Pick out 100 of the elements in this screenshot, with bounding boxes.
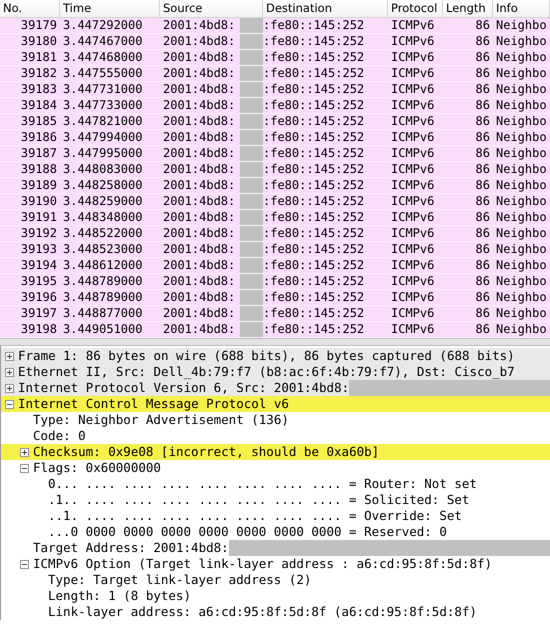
table-cell-text: :fe80::145:252 — [263, 82, 366, 97]
packet-row[interactable]: 39188 3.448083000 2001:4bd8: :fe80::145:252 ICMPv6 86 Neighbo — [0, 162, 550, 178]
packet-row[interactable]: 39184 3.447733000 2001:4bd8: :fe80::145:252 ICMPv6 86 Neighbo — [0, 98, 550, 114]
packet-row[interactable]: 39180 3.447467000 2001:4bd8: :fe80::145:252 ICMPv6 86 Neighbo — [0, 34, 550, 50]
table-cell-text: 39185 — [20, 114, 58, 129]
packet-row[interactable]: 39191 3.448348000 2001:4bd8: :fe80::145:252 ICMPv6 86 Neighbo — [0, 210, 550, 226]
column-header[interactable]: Destination — [263, 0, 388, 18]
table-cell-text: ICMPv6 — [390, 50, 436, 65]
column-header[interactable]: Length — [443, 0, 493, 18]
table-cell-text: :fe80::145:252 — [263, 306, 366, 321]
packet-row[interactable]: 39198 3.449051000 2001:4bd8: :fe80::145:252 ICMPv6 86 Neighbo — [0, 322, 550, 338]
tree-item[interactable]: .1.. .... .... .... .... .... .... .... = Solicited: Set — [48, 492, 470, 508]
table-cell-text: 39179 — [20, 18, 58, 33]
packet-row[interactable]: 39195 3.448789000 2001:4bd8: :fe80::145:252 ICMPv6 86 Neighbo — [0, 274, 550, 290]
table-cell-text: :fe80::145:252 — [263, 178, 366, 193]
table-cell-text: 39190 — [20, 194, 58, 209]
table-cell-text: 2001:4bd8: — [162, 178, 236, 193]
column-header[interactable]: Info — [493, 0, 550, 18]
packet-row[interactable]: 39192 3.448522000 2001:4bd8: :fe80::145:252 ICMPv6 86 Neighbo — [0, 226, 550, 242]
tree-item[interactable]: ...0 0000 0000 0000 0000 0000 0000 0000 = Reserved: 0 — [48, 524, 447, 540]
expand-icon[interactable] — [5, 384, 14, 392]
column-header[interactable]: Time — [60, 0, 160, 18]
tree-item[interactable]: Internet Control Message Protocol v6 — [18, 396, 289, 412]
tree-item[interactable]: 0... .... .... .... .... .... .... .... = Router: Not set — [48, 476, 477, 492]
table-cell-text: 3.447994000 — [62, 130, 144, 145]
packet-row[interactable]: 39181 3.447468000 2001:4bd8: :fe80::145:252 ICMPv6 86 Neighbo — [0, 50, 550, 66]
packet-row[interactable]: 39196 3.448789000 2001:4bd8: :fe80::145:252 ICMPv6 86 Neighbo — [0, 290, 550, 306]
packet-row[interactable]: 39186 3.447994000 2001:4bd8: :fe80::145:252 ICMPv6 86 Neighbo — [0, 130, 550, 146]
table-cell-text: 86 — [474, 274, 491, 289]
column-header[interactable]: Protocol — [388, 0, 443, 18]
table-cell-text: 2001:4bd8: — [162, 114, 236, 129]
collapse-icon[interactable] — [20, 560, 29, 568]
redaction-bar — [240, 306, 263, 321]
table-cell-text: Neighbo — [495, 178, 548, 193]
table-cell-text: 2001:4bd8: — [162, 82, 236, 97]
tree-item[interactable]: Target Address: 2001:4bd8: — [33, 540, 229, 556]
table-cell-text: ICMPv6 — [390, 322, 436, 337]
table-cell-text: Neighbo — [495, 82, 548, 97]
table-cell-text: 39183 — [20, 82, 58, 97]
expand-icon[interactable] — [5, 368, 14, 376]
table-cell-text: 3.447468000 — [62, 50, 144, 65]
packet-row[interactable]: 39183 3.447731000 2001:4bd8: :fe80::145:252 ICMPv6 86 Neighbo — [0, 82, 550, 98]
tree-item[interactable]: Checksum: 0x9e08 [incorrect, should be 0xa60b] — [33, 444, 380, 460]
table-cell-text: ICMPv6 — [390, 82, 436, 97]
redaction-bar — [240, 34, 263, 49]
table-cell-text: ICMPv6 — [390, 242, 436, 257]
tree-item[interactable]: ICMPv6 Option (Target link-layer address : a6:cd:95:8f:5d:8f) — [33, 556, 492, 572]
table-cell-text: Neighbo — [495, 114, 548, 129]
table-cell-text: ICMPv6 — [390, 194, 436, 209]
packet-row[interactable]: 39190 3.448259000 2001:4bd8: :fe80::145:252 ICMPv6 86 Neighbo — [0, 194, 550, 210]
redaction-bar — [240, 178, 263, 193]
packet-row[interactable]: 39189 3.448258000 2001:4bd8: :fe80::145:252 ICMPv6 86 Neighbo — [0, 178, 550, 194]
tree-item[interactable]: Ethernet II, Src: Dell_4b:79:f7 (b8:ac:6f:4b:79:f7), Dst: Cisco_b7 — [18, 364, 515, 380]
tree-item[interactable]: Link-layer address: a6:cd:95:8f:5d:8f (a6:cd:95:8f:5d:8f) — [48, 604, 477, 620]
table-cell-text: 3.447731000 — [62, 82, 144, 97]
table-cell-text: 86 — [474, 98, 491, 113]
table-cell-text: 3.447555000 — [62, 66, 144, 81]
packet-row[interactable]: 39185 3.447821000 2001:4bd8: :fe80::145:252 ICMPv6 86 Neighbo — [0, 114, 550, 130]
table-cell-text: 39198 — [20, 322, 58, 337]
table-cell-text: ICMPv6 — [390, 34, 436, 49]
column-header[interactable]: Source — [160, 0, 263, 18]
table-cell-text: Neighbo — [495, 290, 548, 305]
table-cell-text: 39187 — [20, 146, 58, 161]
tree-item[interactable]: Code: 0 — [33, 428, 86, 444]
tree-item[interactable]: Type: Neighbor Advertisement (136) — [33, 412, 289, 428]
tree-item[interactable]: Flags: 0x60000000 — [33, 460, 161, 476]
table-cell-text: 3.447467000 — [62, 34, 144, 49]
table-cell-text: Neighbo — [495, 274, 548, 289]
table-cell-text: :fe80::145:252 — [263, 18, 366, 33]
table-cell-text: Neighbo — [495, 194, 548, 209]
table-cell-text: 3.449051000 — [62, 322, 144, 337]
table-cell-text: Neighbo — [495, 130, 548, 145]
table-cell-text: 2001:4bd8: — [162, 242, 236, 257]
tree-item[interactable]: Type: Target link-layer address (2) — [48, 572, 312, 588]
table-cell-text: 86 — [474, 50, 491, 65]
collapse-icon[interactable] — [5, 400, 14, 408]
packet-row[interactable]: 39193 3.448523000 2001:4bd8: :fe80::145:252 ICMPv6 86 Neighbo — [0, 242, 550, 258]
tree-item[interactable]: Frame 1: 86 bytes on wire (688 bits), 86 bytes captured (688 bits) — [18, 348, 515, 364]
table-cell-text: 3.447733000 — [62, 98, 144, 113]
packet-row[interactable]: 39179 3.447292000 2001:4bd8: :fe80::145:252 ICMPv6 86 Neighbo — [0, 18, 550, 34]
column-header[interactable]: No. — [0, 0, 60, 18]
packet-row[interactable]: 39197 3.448877000 2001:4bd8: :fe80::145:252 ICMPv6 86 Neighbo — [0, 306, 550, 322]
table-cell-text: ICMPv6 — [390, 210, 436, 225]
collapse-icon[interactable] — [20, 464, 29, 472]
table-cell-text: 39186 — [20, 130, 58, 145]
table-cell-text: 2001:4bd8: — [162, 162, 236, 177]
table-cell-text: 2001:4bd8: — [162, 258, 236, 273]
tree-item[interactable]: Length: 1 (8 bytes) — [48, 588, 191, 604]
tree-item[interactable]: Internet Protocol Version 6, Src: 2001:4bd8: — [18, 380, 350, 396]
table-cell-text: 39188 — [20, 162, 58, 177]
packet-row[interactable]: 39194 3.448612000 2001:4bd8: :fe80::145:252 ICMPv6 86 Neighbo — [0, 258, 550, 274]
redaction-bar — [240, 322, 263, 337]
packet-row[interactable]: 39187 3.447995000 2001:4bd8: :fe80::145:252 ICMPv6 86 Neighbo — [0, 146, 550, 162]
expand-icon[interactable] — [20, 448, 29, 456]
redaction-bar — [240, 194, 263, 209]
tree-item[interactable]: ..1. .... .... .... .... .... .... .... = Override: Set — [48, 508, 462, 524]
expand-icon[interactable] — [5, 352, 14, 360]
table-cell-text: 3.448083000 — [62, 162, 144, 177]
table-cell-text: ICMPv6 — [390, 258, 436, 273]
packet-row[interactable]: 39182 3.447555000 2001:4bd8: :fe80::145:252 ICMPv6 86 Neighbo — [0, 66, 550, 82]
